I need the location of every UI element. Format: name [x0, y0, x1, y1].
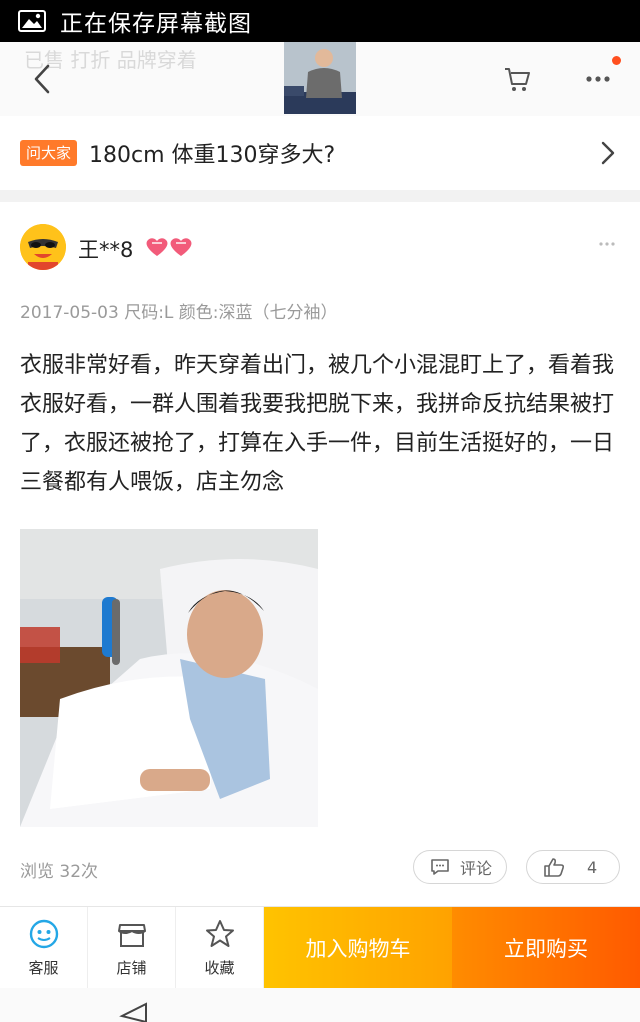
- system-back-icon[interactable]: [118, 1002, 152, 1022]
- back-arrow-icon[interactable]: [28, 62, 58, 96]
- comment-icon: [431, 859, 449, 875]
- tab-label-store: 店铺: [116, 959, 147, 977]
- more-icon[interactable]: [584, 72, 612, 86]
- system-nav-bar: [0, 988, 640, 1022]
- member-level-hearts-icon: [146, 238, 192, 256]
- ask-everyone-bar[interactable]: 问大家 180cm 体重130穿多大?: [0, 116, 640, 190]
- tab-customer-service[interactable]: 客服: [0, 907, 88, 989]
- bottom-action-bar: 客服 店铺 收藏 加入购物车 立即购买: [0, 906, 640, 989]
- like-button[interactable]: 4: [526, 850, 620, 884]
- comment-button[interactable]: 评论: [413, 850, 507, 884]
- view-count: 浏览 32次: [20, 862, 99, 882]
- store-icon: [118, 924, 146, 947]
- status-text: 正在保存屏幕截图: [60, 11, 252, 37]
- star-icon: [206, 920, 234, 947]
- tab-label-customer-service: 客服: [28, 959, 59, 977]
- review-text: 衣服非常好看，昨天穿着出门，被几个小混混盯上了，看着我衣服好看，一群人围着我要我…: [20, 353, 615, 495]
- add-to-cart-button[interactable]: 加入购物车: [264, 907, 452, 989]
- product-thumbnail[interactable]: [284, 42, 356, 114]
- tab-favorite[interactable]: 收藏: [176, 907, 264, 989]
- cart-icon[interactable]: [502, 64, 532, 94]
- review-more-icon[interactable]: [598, 240, 616, 248]
- tab-label-favorite: 收藏: [204, 959, 235, 977]
- question-text: 180cm 体重130穿多大?: [89, 143, 336, 168]
- avatar[interactable]: [20, 224, 66, 270]
- tab-store[interactable]: 店铺: [88, 907, 176, 989]
- chevron-right-icon: [601, 141, 615, 165]
- comment-label: 评论: [460, 859, 493, 878]
- review-meta: 2017-05-03 尺码:L 颜色:深蓝（七分袖）: [20, 303, 338, 323]
- status-bar: 正在保存屏幕截图: [0, 0, 640, 42]
- customer-service-icon: [29, 919, 59, 949]
- gallery-icon: [18, 10, 46, 32]
- top-nav: 已售 打折 品牌穿着: [0, 42, 640, 116]
- section-divider: [0, 190, 640, 202]
- thumbs-up-icon: [544, 858, 565, 877]
- buy-now-button[interactable]: 立即购买: [452, 907, 640, 989]
- reviewer-name: 王**8: [78, 238, 134, 262]
- notification-dot: [612, 56, 621, 65]
- ask-badge: 问大家: [20, 140, 78, 166]
- review-photo[interactable]: [20, 529, 318, 827]
- like-count: 4: [587, 857, 598, 877]
